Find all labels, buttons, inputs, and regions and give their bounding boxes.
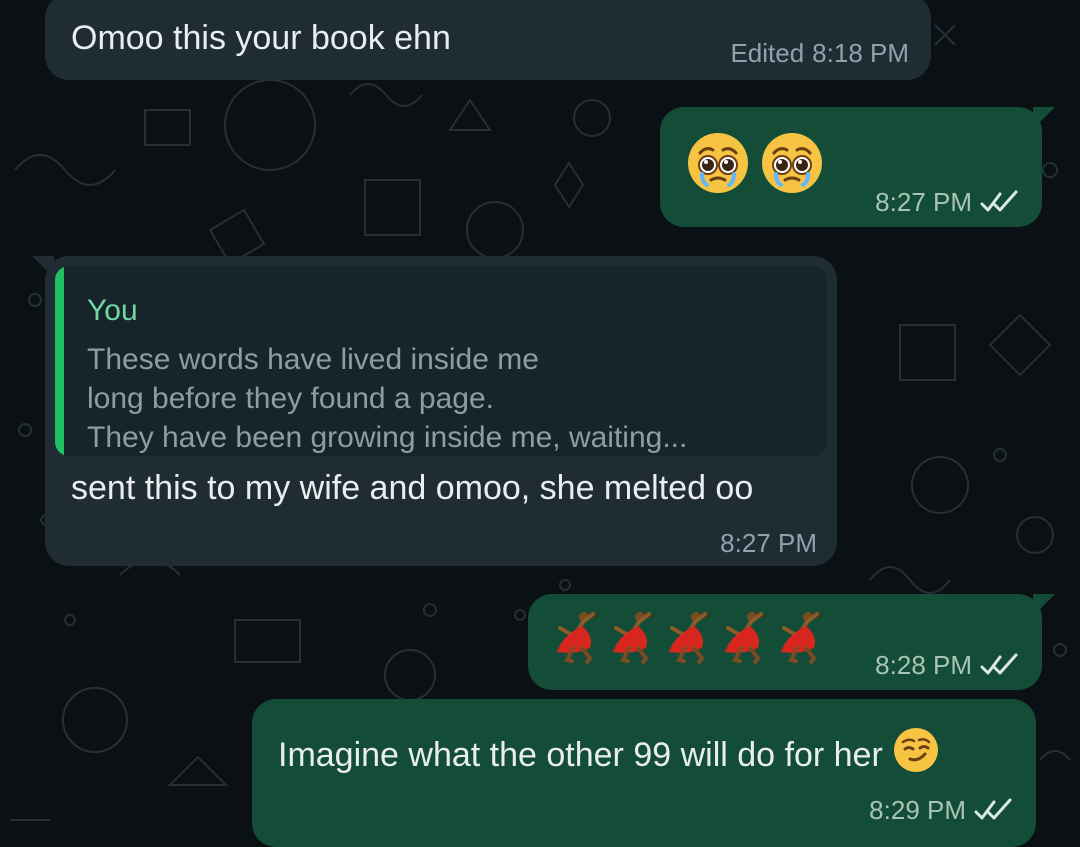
message-meta: 8:29 PM xyxy=(869,795,1014,825)
smirking-face-emoji xyxy=(891,725,941,784)
edited-label: Edited xyxy=(730,38,805,68)
message-bubble-reply-with-quote[interactable]: You These words have lived inside me lon… xyxy=(32,256,837,566)
dancing-woman-emoji xyxy=(608,608,658,669)
message-meta: 8:28 PM xyxy=(875,650,1020,680)
pleading-face-emoji xyxy=(684,129,752,202)
dancing-woman-emoji xyxy=(776,608,826,669)
message-time: 8:29 PM xyxy=(869,795,966,825)
dancing-woman-emoji xyxy=(720,608,770,669)
dancing-woman-emoji xyxy=(664,608,714,669)
message-meta: Edited 8:18 PM xyxy=(730,38,909,68)
message-time: 8:28 PM xyxy=(875,650,972,680)
message-text-row: Imagine what the other 99 will do for he… xyxy=(278,725,941,784)
message-bubble-emoji-reply[interactable]: 8:27 PM xyxy=(660,107,1055,227)
message-text: Imagine what the other 99 will do for he… xyxy=(278,735,883,774)
double-check-icon xyxy=(974,798,1012,820)
message-meta: 8:27 PM xyxy=(875,187,1020,217)
quote-accent-bar xyxy=(55,266,64,456)
message-time: 8:27 PM xyxy=(720,528,817,558)
bubble-tail xyxy=(32,256,54,278)
message-bubble-edited[interactable]: Omoo this your book ehn Edited 8:18 PM xyxy=(45,0,931,80)
message-text: Omoo this your book ehn xyxy=(71,19,451,57)
message-time: 8:27 PM xyxy=(875,187,972,217)
quote-line: These words have lived inside me xyxy=(87,343,539,376)
bubble-tail xyxy=(1033,107,1055,129)
quote-line: They have been growing inside me, waitin… xyxy=(87,421,688,454)
double-check-icon xyxy=(980,190,1018,212)
dancing-woman-emoji xyxy=(552,608,602,669)
pleading-face-emoji xyxy=(758,129,826,202)
quoted-message[interactable]: You These words have lived inside me lon… xyxy=(55,266,827,456)
quote-author: You xyxy=(87,294,138,327)
message-bubble-dance-emojis[interactable]: 8:28 PM xyxy=(528,594,1055,690)
emoji-row xyxy=(684,129,826,202)
emoji-row xyxy=(552,608,826,669)
message-bubble-imagine[interactable]: Imagine what the other 99 will do for he… xyxy=(252,699,1036,847)
quote-body: These words have lived inside me long be… xyxy=(87,340,787,456)
bubble-tail xyxy=(1033,594,1055,616)
message-time: 8:18 PM xyxy=(812,38,909,68)
message-text: sent this to my wife and omoo, she melte… xyxy=(71,469,754,507)
quote-line: long before they found a page. xyxy=(87,382,494,415)
message-meta: 8:27 PM xyxy=(720,528,817,558)
double-check-icon xyxy=(980,653,1018,675)
